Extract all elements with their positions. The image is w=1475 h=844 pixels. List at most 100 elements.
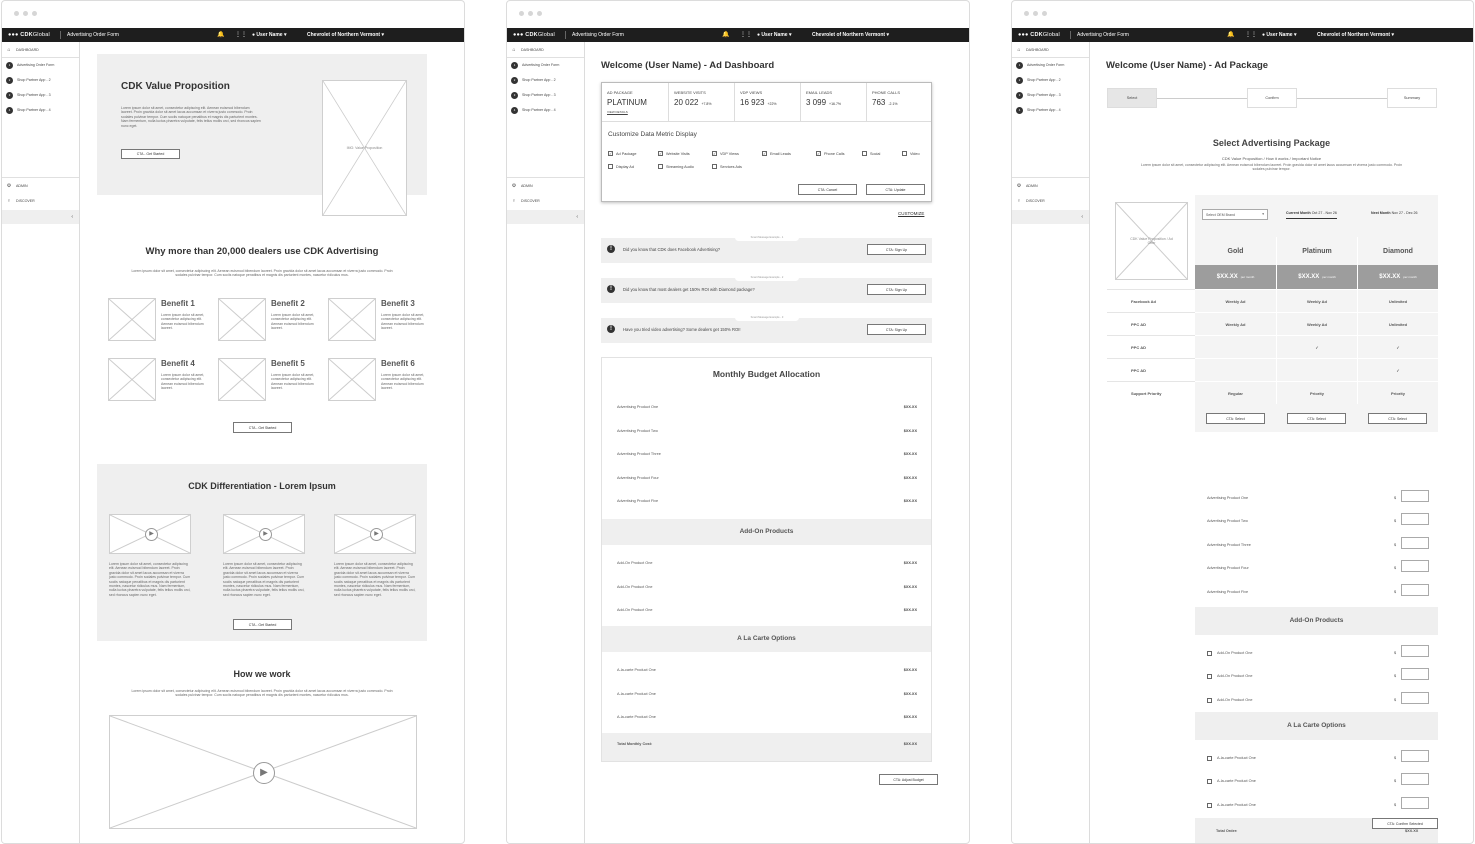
checkbox-checked[interactable]: ✓ (762, 151, 767, 156)
oem-brand-select[interactable]: Select OEM Brand ▾ (1202, 209, 1268, 220)
get-started-button-2[interactable]: CTA - Get Started (233, 422, 292, 433)
get-started-button-3[interactable]: CTA - Get Started (233, 619, 292, 630)
play-icon[interactable]: ▶ (253, 762, 275, 784)
amount-input[interactable] (1401, 560, 1429, 573)
sidebar-item-dashboard[interactable]: ⌂ DASHBOARD (6, 46, 38, 54)
sidebar-item-2[interactable]: 2 Shop Partner App - 2 (6, 76, 51, 84)
metric-checkbox[interactable]: ✓ Phone Calls (816, 151, 844, 156)
metric-checkbox[interactable]: Display Ad (608, 164, 634, 169)
sidebar-item-4[interactable]: 4 Shop Partner App - 4 (511, 106, 556, 114)
amount-input[interactable] (1401, 796, 1429, 809)
sidebar-item-1[interactable]: 1 Advertising Order Form (511, 61, 559, 69)
row-checkbox[interactable] (1207, 697, 1212, 703)
cdk-logo[interactable]: ●●● CDKGlobal (8, 32, 50, 38)
checkbox-checked[interactable]: ✓ (816, 151, 821, 156)
differentiation-video[interactable]: ▶ (109, 514, 191, 554)
cancel-button[interactable]: CTA: Cancel (798, 184, 857, 195)
collapse-sidebar-button[interactable]: ‹ (2, 210, 79, 224)
user-menu[interactable]: ● User Name ▾ (757, 32, 791, 38)
row-checkbox[interactable] (1207, 802, 1212, 808)
row-checkbox[interactable] (1207, 674, 1212, 680)
checkbox-unchecked[interactable] (862, 151, 867, 156)
play-icon[interactable]: ▶ (370, 528, 383, 541)
bell-icon[interactable]: 🔔 (1227, 31, 1234, 38)
checkbox-checked[interactable]: ✓ (658, 151, 663, 156)
amount-input[interactable] (1401, 750, 1429, 762)
bell-icon[interactable]: 🔔 (722, 31, 729, 38)
customize-link[interactable]: CUSTOMIZE (898, 211, 924, 216)
sign-up-button[interactable]: CTA: Sign Up (867, 284, 926, 295)
dealer-menu[interactable]: Chevrolet of Northern Vermont ▾ (307, 32, 384, 38)
metric-checkbox[interactable]: Social (862, 151, 880, 156)
play-icon[interactable]: ▶ (145, 528, 158, 541)
get-started-button[interactable]: CTA - Get Started (121, 149, 180, 159)
sidebar-item-dashboard[interactable]: ⌂ DASHBOARD (511, 46, 543, 54)
amount-input[interactable] (1401, 668, 1429, 681)
amount-input[interactable] (1401, 691, 1429, 704)
amount-input[interactable] (1401, 645, 1429, 657)
collapse-sidebar-button[interactable]: ‹ (1012, 210, 1089, 224)
amount-input[interactable] (1401, 583, 1429, 596)
differentiation-video[interactable]: ▶ (334, 514, 416, 554)
sidebar-item-3[interactable]: 3 Shop Partner App - 3 (6, 91, 51, 99)
bell-icon[interactable]: 🔔 (217, 31, 224, 38)
row-checkbox[interactable] (1207, 651, 1212, 656)
tab-next-month[interactable]: Next Month Nov 27 - Dec 26 (1371, 211, 1418, 215)
adjust-budget-button[interactable]: CTA: Adjust Budget (879, 774, 938, 785)
metric-checkbox[interactable]: Video (902, 151, 920, 156)
sign-up-button[interactable]: CTA: Sign Up (867, 324, 926, 335)
apps-grid-icon[interactable]: ⋮⋮ (740, 31, 752, 38)
sidebar-item-discover[interactable]: ♀ DISCOVER (1016, 197, 1045, 205)
amount-input[interactable] (1401, 490, 1429, 502)
sidebar-item-admin[interactable]: ⚙ ADMIN (511, 182, 533, 190)
dealer-menu[interactable]: Chevrolet of Northern Vermont ▾ (812, 32, 889, 38)
metric-checkbox[interactable]: Services Ads (712, 164, 742, 169)
sidebar-item-dashboard[interactable]: ⌂ DASHBOARD (1016, 46, 1048, 54)
how-we-work-video[interactable]: ▶ (109, 715, 417, 829)
select-gold-button[interactable]: CTA: Select (1206, 413, 1265, 424)
sidebar-item-4[interactable]: 4 Shop Partner App - 4 (1016, 106, 1061, 114)
sidebar-item-admin[interactable]: ⚙ ADMIN (6, 182, 28, 190)
differentiation-video[interactable]: ▶ (223, 514, 305, 554)
confirm-selected-button[interactable]: CTA: Confirm Selected (1372, 818, 1438, 829)
row-checkbox[interactable] (1207, 779, 1212, 785)
sidebar-item-discover[interactable]: ♀ DISCOVER (511, 197, 540, 205)
apps-grid-icon[interactable]: ⋮⋮ (235, 31, 247, 38)
checkbox-checked[interactable]: ✓ (712, 151, 717, 156)
sidebar-item-3[interactable]: 3 Shop Partner App - 3 (1016, 91, 1061, 99)
cdk-logo[interactable]: ●●● CDKGlobal (513, 32, 555, 38)
amount-input[interactable] (1401, 536, 1429, 549)
checkbox-checked[interactable]: ✓ (608, 151, 613, 156)
sidebar-item-discover[interactable]: ♀ DISCOVER (6, 197, 35, 205)
sidebar-item-1[interactable]: 1 Advertising Order Form (6, 61, 54, 69)
checkbox-unchecked[interactable] (658, 164, 663, 169)
sidebar-item-2[interactable]: 2 Shop Partner App - 2 (1016, 76, 1061, 84)
sidebar-item-1[interactable]: 1 Advertising Order Form (1016, 61, 1064, 69)
metric-checkbox[interactable]: ✓ Email Leads (762, 151, 791, 156)
sidebar-item-admin[interactable]: ⚙ ADMIN (1016, 182, 1038, 190)
amount-input[interactable] (1401, 513, 1429, 526)
cdk-logo[interactable]: ●●● CDKGlobal (1018, 32, 1060, 38)
amount-input[interactable] (1401, 773, 1429, 786)
sidebar-item-3[interactable]: 3 Shop Partner App - 3 (511, 91, 556, 99)
metric-checkbox[interactable]: ✓ Ad Package (608, 151, 636, 156)
play-icon[interactable]: ▶ (259, 528, 272, 541)
dealer-menu[interactable]: Chevrolet of Northern Vermont ▾ (1317, 32, 1394, 38)
checkbox-unchecked[interactable] (712, 164, 717, 169)
apps-grid-icon[interactable]: ⋮⋮ (1245, 31, 1257, 38)
metric-checkbox[interactable]: ✓ VDP Views (712, 151, 739, 156)
checkbox-unchecked[interactable] (902, 151, 907, 156)
user-menu[interactable]: ● User Name ▾ (252, 32, 286, 38)
step-3[interactable]: Summary (1387, 88, 1437, 108)
select-platinum-button[interactable]: CTA: Select (1287, 413, 1346, 424)
step-1[interactable]: Select (1107, 88, 1157, 108)
sidebar-item-4[interactable]: 4 Shop Partner App - 4 (6, 106, 51, 114)
metric-checkbox[interactable]: ✓ Website Visits (658, 151, 690, 156)
select-diamond-button[interactable]: CTA: Select (1368, 413, 1427, 424)
sign-up-button[interactable]: CTA: Sign Up (867, 244, 926, 255)
row-checkbox[interactable] (1207, 756, 1212, 761)
checkbox-unchecked[interactable] (608, 164, 613, 169)
collapse-sidebar-button[interactable]: ‹ (507, 210, 584, 224)
sidebar-item-2[interactable]: 2 Shop Partner App - 2 (511, 76, 556, 84)
view-details-link[interactable]: VIEW DETAILS (607, 110, 628, 114)
